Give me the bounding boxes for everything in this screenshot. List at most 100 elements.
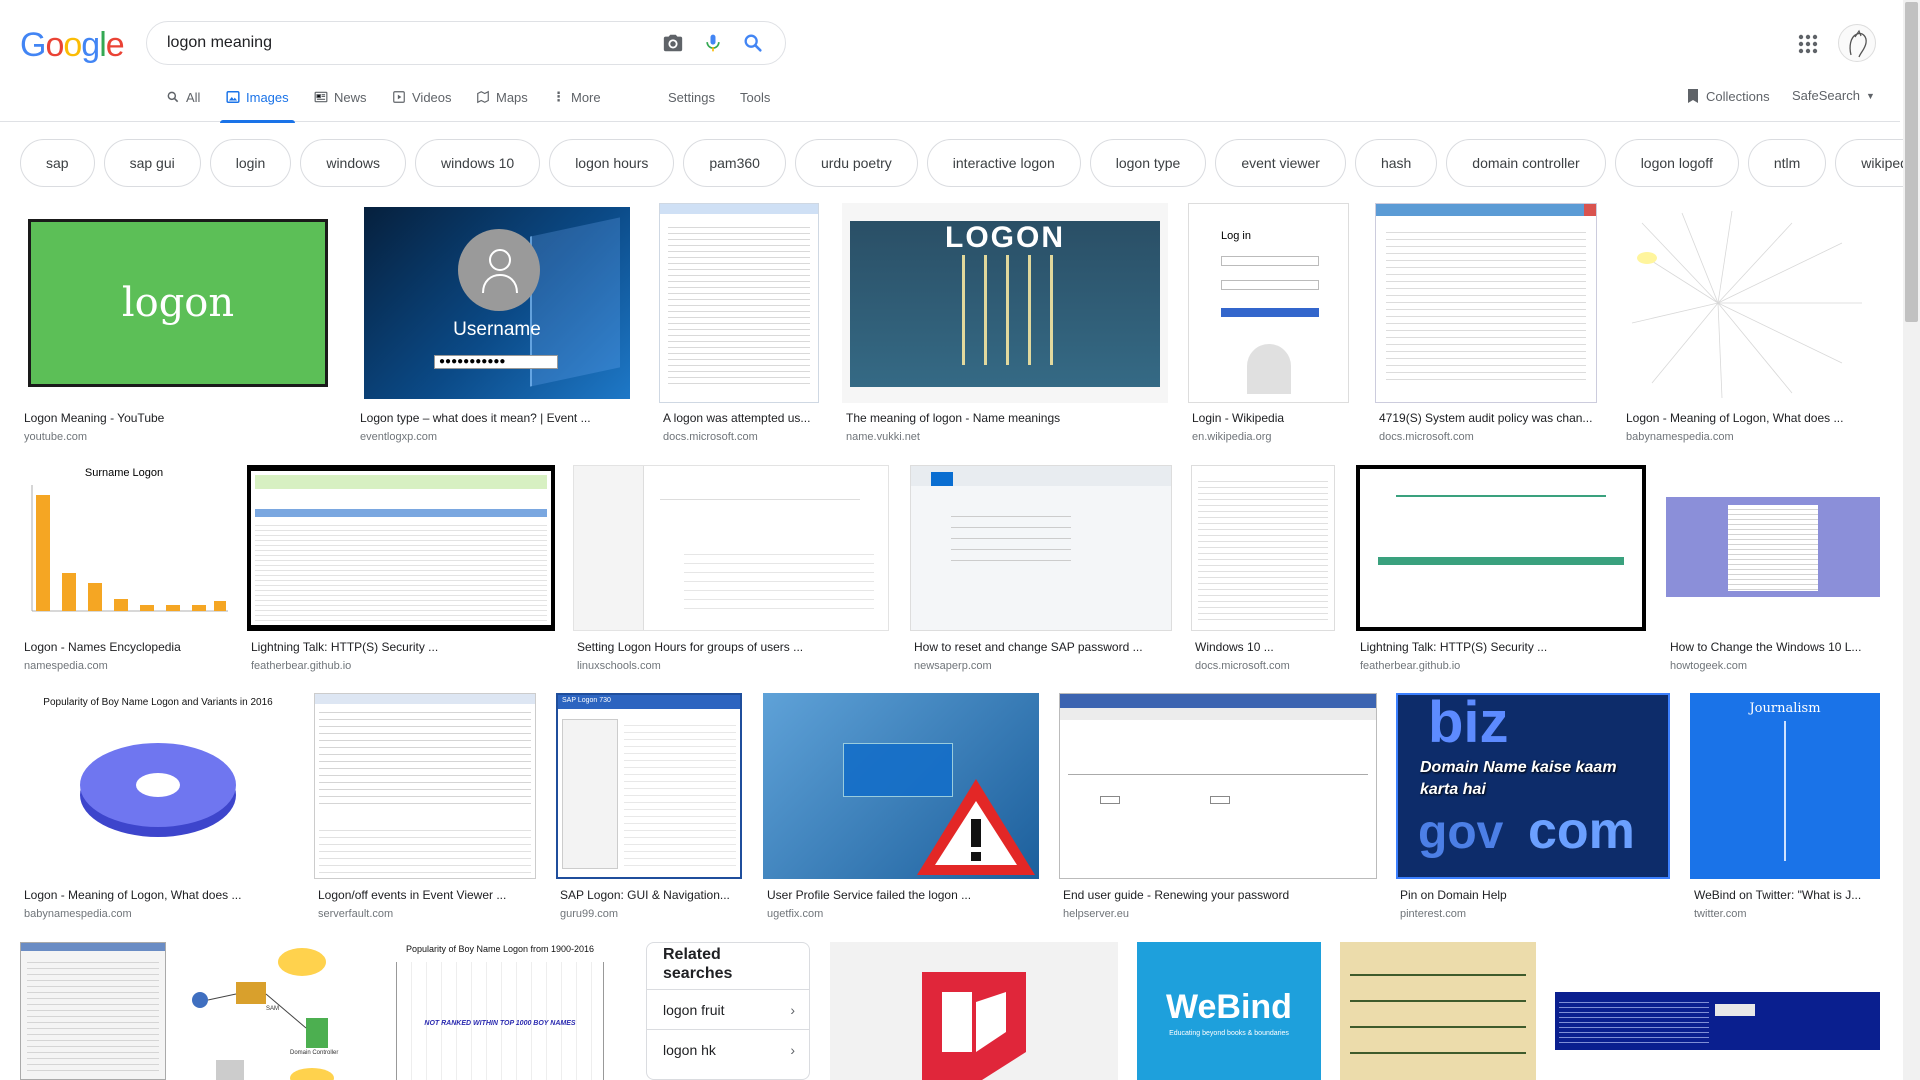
google-logo[interactable]: Google [20,26,125,65]
image-result[interactable]: How to reset and change SAP password ...… [910,465,1172,675]
chip-windows[interactable]: windows [300,139,407,187]
result-caption: Windows 10 ... [1195,640,1274,654]
search-icon [167,91,179,103]
chip-sap[interactable]: sap [20,139,95,187]
result-thumbnail [830,942,1118,1080]
vertical-scrollbar[interactable] [1903,0,1920,1080]
chip-windows-10[interactable]: windows 10 [415,139,541,187]
result-caption: How to reset and change SAP password ... [914,640,1143,654]
image-result[interactable]: A logon was attempted us... docs.microso… [659,203,819,448]
tab-label: More [571,90,601,105]
image-result[interactable]: How to Change the Windows 10 L... howtog… [1666,465,1880,675]
tab-label: Images [246,90,289,105]
tab-label: Maps [496,90,528,105]
result-thumbnail [573,465,889,631]
image-result[interactable]: logon Logon Meaning - YouTube youtube.co… [20,203,336,448]
related-search-item[interactable]: logon hk › [647,1029,809,1069]
apps-grid-icon[interactable] [1796,32,1820,56]
chip-pam360[interactable]: pam360 [683,139,786,187]
result-source: babynamespedia.com [1626,431,1734,443]
result-caption: User Profile Service failed the logon ..… [767,888,972,902]
chip-sap-gui[interactable]: sap gui [103,139,201,187]
image-result[interactable]: End user guide - Renewing your password … [1059,693,1377,925]
thumbnail-text: Popularity of Boy Name Logon and Variant… [43,697,273,708]
scrollbar-thumb[interactable] [1905,2,1918,322]
tab-videos[interactable]: Videos [392,90,452,120]
image-result[interactable]: 4719(S) System audit policy was chan... … [1375,203,1597,448]
tab-all[interactable]: All [166,90,200,120]
result-caption: Logon - Names Encyclopedia [24,640,181,654]
tab-images[interactable]: Images [220,90,295,123]
image-result[interactable]: LOGON The meaning of logon - Name meanin… [842,203,1168,448]
result-source: helpserver.eu [1063,908,1130,920]
thumbnail-text: Educating beyond books & boundaries [1169,1030,1289,1037]
result-caption: Lightning Talk: HTTP(S) Security ... [251,640,439,654]
chip-login[interactable]: login [209,139,292,187]
chip-logon-logoff[interactable]: logon logoff [1614,139,1739,187]
image-result[interactable]: WeBind Educating beyond books & boundari… [1137,942,1321,1080]
image-result[interactable]: Popularity of Boy Name Logon from 1900-2… [374,942,626,1080]
image-result[interactable]: Popularity of Boy Name Logon and Variant… [20,693,296,925]
result-caption: Logon Meaning - YouTube [24,411,165,425]
result-thumbnail: Username ●●●●●●●●●●● [356,203,636,403]
tab-news[interactable]: News [314,90,367,120]
image-result[interactable]: Setting Logon Hours for groups of users … [573,465,889,675]
image-result[interactable] [20,942,166,1080]
chip-domain-controller[interactable]: domain controller [1446,139,1606,187]
result-source: docs.microsoft.com [663,431,758,443]
result-thumbnail [1666,465,1880,631]
image-result[interactable]: Domain Controller SAM [186,942,354,1080]
image-result[interactable]: User Profile Service failed the logon ..… [763,693,1039,925]
result-source: howtogeek.com [1670,660,1748,672]
search-icon[interactable] [733,23,773,63]
chip-hash[interactable]: hash [1354,139,1438,187]
thumbnail-text: logon [121,280,235,326]
settings-link[interactable]: Settings [668,90,715,120]
tools-label: Tools [740,90,771,105]
image-result[interactable]: Logon/off events in Event Viewer ... ser… [314,693,536,925]
result-source: eventlogxp.com [360,431,438,443]
result-thumbnail: SAP Logon 730 [556,693,742,879]
image-result[interactable]: Log in Login - Wikipedia en.wikipedia.or… [1188,203,1349,448]
thumbnail-text: Username [453,319,541,340]
collections-button[interactable]: Collections [1686,88,1770,104]
result-caption: Logon type – what does it mean? | Event … [360,411,591,425]
image-result[interactable]: Journalism WeBind on Twitter: "What is J… [1690,693,1880,925]
result-thumbnail [1191,465,1335,631]
result-caption: Lightning Talk: HTTP(S) Security ... [1360,640,1548,654]
related-search-item[interactable]: logon fruit › [647,989,809,1029]
image-result[interactable]: SAP Logon 730 SAP Logon: GUI & Navigatio… [556,693,742,925]
image-result[interactable] [1340,942,1536,1080]
chip-ntlm[interactable]: ntlm [1747,139,1827,187]
chip-logon-type[interactable]: logon type [1089,139,1207,187]
image-result[interactable]: Windows 10 ... docs.microsoft.com [1191,465,1335,675]
microphone-icon[interactable] [693,23,733,63]
result-source: babynamespedia.com [24,908,132,920]
image-result[interactable]: Lightning Talk: HTTP(S) Security ... fea… [1356,465,1646,675]
tab-more[interactable]: ⋮ More [552,90,601,120]
safesearch-dropdown[interactable]: SafeSearch ▼ [1792,88,1875,103]
image-result[interactable]: Username ●●●●●●●●●●● Logon type – what d… [356,203,636,448]
chip-logon-hours[interactable]: logon hours [549,139,675,187]
camera-icon[interactable] [653,23,693,63]
thumbnail-text: Domain Controller [290,1050,339,1056]
image-result[interactable]: Surname Logon Logon - Names Encyclopedia… [20,465,228,675]
image-result[interactable]: Logon - Meaning of Logon, What does ... … [1622,203,1880,448]
result-caption: SAP Logon: GUI & Navigation... [560,888,730,902]
tab-maps[interactable]: Maps [476,90,528,120]
result-source: name.vukki.net [846,431,920,443]
chip-urdu-poetry[interactable]: urdu poetry [794,139,918,187]
thumbnail-text: Domain Name kaise kaam karta hai [1420,759,1617,798]
search-input[interactable] [167,34,653,52]
chip-interactive-logon[interactable]: interactive logon [926,139,1081,187]
image-result[interactable] [1555,942,1880,1080]
image-result[interactable] [830,942,1118,1080]
result-caption: Setting Logon Hours for groups of users … [577,640,804,654]
account-avatar[interactable] [1838,24,1876,62]
image-result[interactable]: biz gov com Domain Name kaise kaam karta… [1396,693,1670,925]
image-result[interactable]: Lightning Talk: HTTP(S) Security ... fea… [247,465,555,675]
tools-link[interactable]: Tools [740,90,770,120]
video-icon [393,91,405,103]
chip-event-viewer[interactable]: event viewer [1215,139,1346,187]
logo-letter: G [20,26,46,64]
